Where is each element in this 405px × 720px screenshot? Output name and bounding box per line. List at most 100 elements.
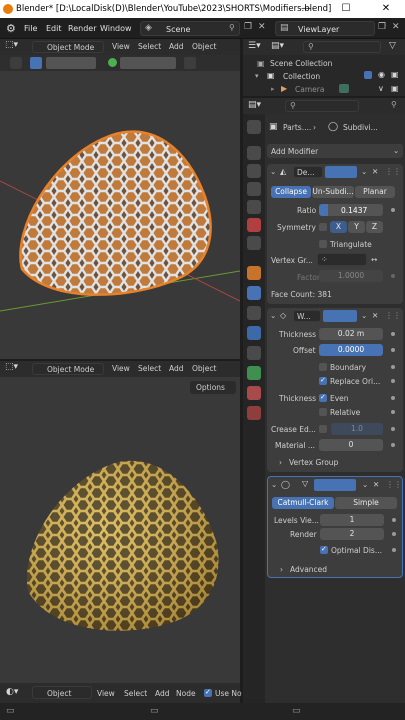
- material-keyframe-dot[interactable]: [391, 443, 395, 447]
- modifier-wrench-icon[interactable]: [247, 286, 261, 300]
- vertex-group-field[interactable]: ⁘: [317, 253, 367, 266]
- camera-visibility-icon[interactable]: ∨: [378, 84, 384, 93]
- editor-type-icon[interactable]: ⬚▾: [5, 40, 18, 50]
- shading-sphere-icon[interactable]: [108, 58, 117, 67]
- viewport-top[interactable]: ⬚▾ Object Mode View Select Add Object: [0, 39, 240, 359]
- options-dropdown[interactable]: Options: [190, 381, 236, 394]
- dropdown-chevron-icon[interactable]: ⌄: [361, 311, 367, 320]
- mode-dropdown[interactable]: Object Mode: [32, 363, 104, 375]
- properties-editor-icon[interactable]: ▤▾: [248, 100, 261, 110]
- optimal-display-checkbox[interactable]: [320, 545, 328, 554]
- snap-icon[interactable]: [10, 57, 22, 69]
- crease-field[interactable]: 1.0: [331, 423, 383, 435]
- funnel-icon[interactable]: ▽: [389, 41, 396, 51]
- menu-file[interactable]: File: [24, 24, 37, 33]
- display-toggles-icon[interactable]: [325, 166, 357, 178]
- delete-view-layer-icon[interactable]: ✕: [392, 22, 400, 32]
- scene-selector[interactable]: ◈ Scene ⚲: [140, 21, 240, 36]
- crease-keyframe-dot[interactable]: [391, 427, 395, 431]
- tab-unsubdiv[interactable]: Un-Subdi...: [312, 186, 354, 198]
- minimize-button[interactable]: —: [286, 0, 326, 18]
- drag-handle-icon[interactable]: ⋮⋮: [386, 480, 402, 489]
- display-toggles-icon[interactable]: [323, 310, 357, 322]
- boundary-checkbox[interactable]: [319, 363, 327, 371]
- offset-field[interactable]: 0.0000: [319, 344, 383, 356]
- decimate-name-field[interactable]: De...: [293, 166, 323, 178]
- invert-arrows-icon[interactable]: ↔: [371, 255, 377, 264]
- even-checkbox[interactable]: [319, 393, 327, 402]
- new-view-layer-icon[interactable]: ❐: [378, 22, 386, 32]
- world-tab-icon[interactable]: [247, 218, 261, 232]
- delete-modifier-icon[interactable]: ✕: [372, 311, 378, 320]
- axis-x-button[interactable]: X: [330, 221, 347, 233]
- menu-add[interactable]: Add: [169, 42, 184, 51]
- thickness-keyframe-dot[interactable]: [391, 332, 395, 336]
- thickness-field[interactable]: 0.02 m: [319, 328, 383, 340]
- render-camera-icon[interactable]: ▣: [391, 70, 399, 79]
- dropdown-chevron-icon[interactable]: ⌄: [361, 167, 367, 176]
- scene-tab-icon[interactable]: [247, 200, 261, 214]
- display-toggles-icon[interactable]: [314, 479, 356, 491]
- axis-y-button[interactable]: Y: [348, 221, 365, 233]
- menu-edit[interactable]: Edit: [46, 24, 62, 33]
- view-layer-tab-icon[interactable]: [247, 182, 261, 196]
- tab-simple[interactable]: Simple: [335, 497, 397, 509]
- material-offset-field[interactable]: 0: [319, 439, 383, 451]
- maximize-button[interactable]: ☐: [326, 0, 366, 18]
- menu-window[interactable]: Window: [100, 24, 132, 33]
- expand-camera-icon[interactable]: ▸: [271, 85, 275, 93]
- viewport-shading-icons[interactable]: [120, 57, 176, 69]
- menu-add[interactable]: Add: [169, 364, 184, 373]
- relative-checkbox[interactable]: [319, 408, 327, 416]
- render-keyframe-dot[interactable]: [392, 532, 396, 536]
- viewport-bottom[interactable]: ⬚▾ Object Mode View Select Add Object Op…: [0, 361, 240, 683]
- pin-icon[interactable]: ⚲: [391, 100, 397, 109]
- optimal-keyframe-dot[interactable]: [392, 548, 396, 552]
- axis-z-button[interactable]: Z: [366, 221, 383, 233]
- menu-view[interactable]: View: [97, 689, 115, 698]
- vertex-group-subpanel[interactable]: Vertex Group: [289, 458, 338, 467]
- menu-object[interactable]: Object: [192, 42, 216, 51]
- texture-tab-icon[interactable]: [247, 406, 261, 420]
- triangulate-checkbox[interactable]: [319, 240, 327, 248]
- collapse-panel-icon[interactable]: ⌄: [270, 167, 276, 176]
- output-tab-icon[interactable]: [247, 164, 261, 178]
- factor-keyframe-dot[interactable]: [391, 274, 395, 278]
- expand-advanced-icon[interactable]: ›: [280, 565, 283, 574]
- expand-collection-icon[interactable]: ▾: [255, 72, 259, 80]
- material-tab-icon[interactable]: [247, 386, 261, 400]
- levels-keyframe-dot[interactable]: [392, 518, 396, 522]
- snap-settings-icon[interactable]: [184, 57, 196, 69]
- pin-icon[interactable]: ⚲: [229, 23, 235, 32]
- tool-tab-icon[interactable]: [247, 120, 261, 134]
- relative-keyframe-dot[interactable]: [391, 410, 395, 414]
- visibility-eye-icon[interactable]: ◉: [378, 70, 385, 79]
- drag-handle-icon[interactable]: ⋮⋮: [385, 311, 401, 320]
- factor-field[interactable]: 1.0000: [319, 270, 383, 282]
- particles-tab-icon[interactable]: [247, 306, 261, 320]
- tab-planar[interactable]: Planar: [355, 186, 395, 198]
- outliner-editor-icon[interactable]: ☰▾: [248, 41, 261, 51]
- edit-cage-icon[interactable]: ▽: [302, 479, 308, 488]
- view-layer-selector[interactable]: ▤ ViewLayer: [275, 21, 375, 36]
- delete-modifier-icon[interactable]: ✕: [372, 167, 378, 176]
- render-tab-icon[interactable]: [247, 146, 261, 160]
- camera-label[interactable]: Camera: [295, 85, 324, 94]
- wireframe-name-field[interactable]: W...: [293, 310, 321, 322]
- advanced-subpanel[interactable]: Advanced: [290, 565, 327, 574]
- data-tab-icon[interactable]: [247, 366, 261, 380]
- menu-render[interactable]: Render: [68, 24, 96, 33]
- mode-dropdown[interactable]: Object Mode: [32, 41, 104, 53]
- rendered-gold-object[interactable]: [20, 451, 230, 651]
- collapse-panel-icon[interactable]: ⌄: [270, 311, 276, 320]
- boundary-keyframe-dot[interactable]: [391, 365, 395, 369]
- select-box-icon[interactable]: [30, 57, 42, 69]
- new-scene-icon[interactable]: ❐: [244, 22, 252, 32]
- menu-view[interactable]: View: [112, 42, 130, 51]
- dropdown-chevron-icon[interactable]: ⌄: [362, 480, 368, 489]
- menu-select[interactable]: Select: [124, 689, 147, 698]
- collection-label[interactable]: Collection: [283, 72, 320, 81]
- wireframe-mesh-object[interactable]: [12, 119, 222, 319]
- render-levels-field[interactable]: 2: [320, 528, 384, 540]
- blender-menu-icon[interactable]: ⚙: [6, 22, 16, 35]
